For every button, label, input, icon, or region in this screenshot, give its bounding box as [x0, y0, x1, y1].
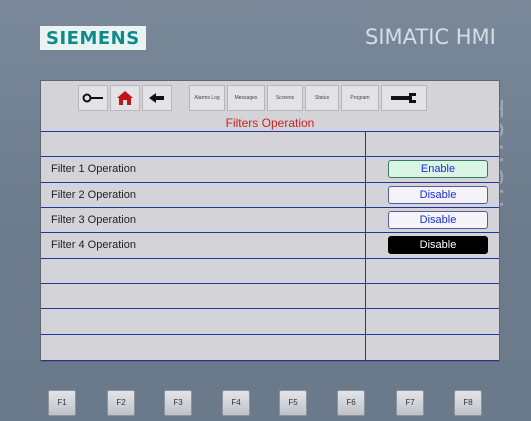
- status-button[interactable]: Status: [305, 85, 339, 111]
- home-button[interactable]: [110, 85, 140, 111]
- grid-line: [41, 182, 499, 183]
- filter-table: Filter 1 Operation Enable Filter 2 Opera…: [41, 131, 499, 361]
- grid-line: [41, 156, 499, 157]
- filter-2-button[interactable]: Disable: [388, 186, 488, 204]
- back-arrow-icon: [149, 93, 165, 103]
- grid-line: [41, 258, 499, 259]
- grid-line: [41, 232, 499, 233]
- grid-line: [41, 131, 499, 132]
- messages-button[interactable]: Messages: [227, 85, 265, 111]
- grid-line: [41, 334, 499, 335]
- screens-button[interactable]: Screens: [267, 85, 303, 111]
- key-icon: [82, 93, 104, 103]
- filter-1-label: Filter 1 Operation: [51, 163, 136, 175]
- filter-3-button[interactable]: Disable: [388, 211, 488, 229]
- filter-4-label: Filter 4 Operation: [51, 239, 136, 251]
- f6-key[interactable]: F6: [337, 390, 365, 416]
- filter-3-label: Filter 3 Operation: [51, 214, 136, 226]
- home-icon: [116, 90, 134, 106]
- grid-line: [41, 207, 499, 208]
- alarms-log-button[interactable]: Alarms Log: [189, 85, 225, 111]
- grid-line: [41, 283, 499, 284]
- brand-logo: SIEMENS: [40, 26, 146, 50]
- grid-line: [41, 360, 499, 361]
- program-button[interactable]: Program: [341, 85, 379, 111]
- f4-key[interactable]: F4: [222, 390, 250, 416]
- f3-key[interactable]: F3: [164, 390, 192, 416]
- f8-key[interactable]: F8: [454, 390, 482, 416]
- filter-4-button[interactable]: Disable: [388, 236, 488, 254]
- toolbar: Alarms Log Messages Screens Status Progr…: [41, 81, 499, 115]
- grid-line: [41, 308, 499, 309]
- column-divider: [365, 131, 366, 361]
- f7-key[interactable]: F7: [396, 390, 424, 416]
- hmi-screen: Alarms Log Messages Screens Status Progr…: [40, 80, 500, 362]
- f2-key[interactable]: F2: [107, 390, 135, 416]
- key-button[interactable]: [78, 85, 108, 111]
- product-name: SIMATIC HMI: [365, 25, 496, 49]
- f5-key[interactable]: F5: [279, 390, 307, 416]
- filter-1-button[interactable]: Enable: [388, 160, 488, 178]
- tools-button[interactable]: [381, 85, 427, 111]
- back-button[interactable]: [142, 85, 172, 111]
- f1-key[interactable]: F1: [48, 390, 76, 416]
- filter-2-label: Filter 2 Operation: [51, 189, 136, 201]
- wrench-icon: [389, 92, 419, 104]
